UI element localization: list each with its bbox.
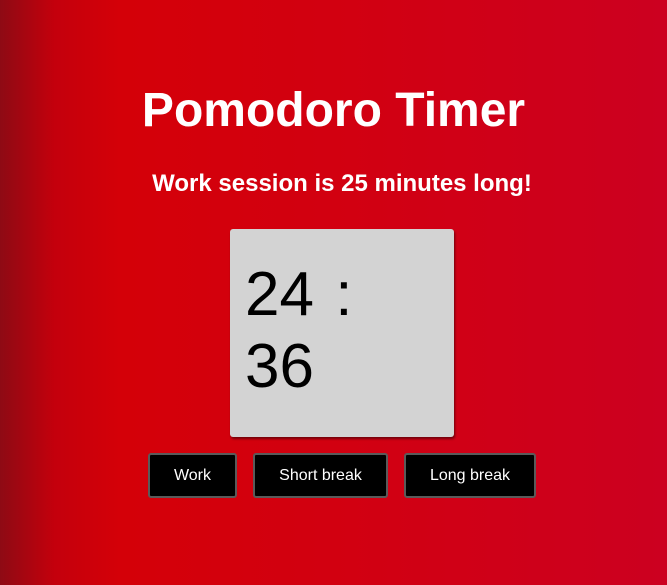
pomodoro-app: Pomodoro Timer Work session is 25 minute… [0, 0, 667, 585]
timer-display: 24 : 36 [230, 229, 454, 437]
session-description: Work session is 25 minutes long! [152, 170, 532, 197]
long-break-button[interactable]: Long break [404, 453, 536, 498]
page-title: Pomodoro Timer [141, 84, 526, 137]
short-break-button[interactable]: Short break [253, 453, 388, 498]
work-button[interactable]: Work [148, 453, 237, 498]
timer-text: 24 : 36 [245, 260, 353, 401]
